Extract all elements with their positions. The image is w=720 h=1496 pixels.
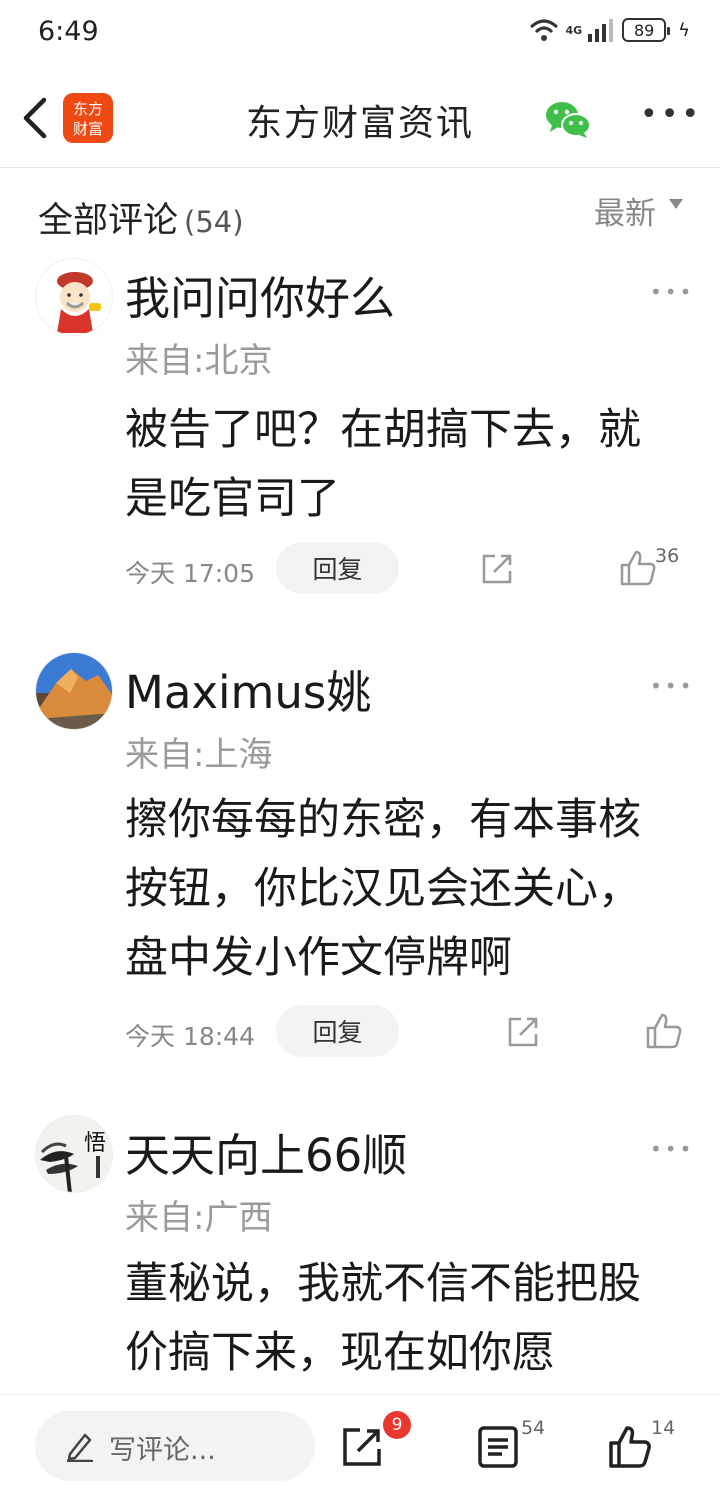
battery-icon: 89 <box>622 18 671 42</box>
comment-username[interactable]: 天天向上66顺 <box>125 1119 407 1184</box>
sort-dropdown[interactable]: 最新 <box>594 188 656 233</box>
reply-button[interactable]: 回复 <box>276 542 399 594</box>
like-icon[interactable] <box>619 549 657 587</box>
comment-time: 今天 17:05 <box>125 559 255 588</box>
page-title: 东方财富资讯 <box>245 103 474 144</box>
bottom-bar: 写评论... 9 54 14 <box>0 1394 720 1496</box>
avatar[interactable] <box>35 652 113 730</box>
share-icon[interactable] <box>505 1014 541 1050</box>
wifi-icon <box>530 19 559 41</box>
status-icons: 4G 89 ϟ <box>529 18 690 42</box>
like-icon[interactable] <box>608 1425 652 1469</box>
write-comment-placeholder: 写评论... <box>109 1435 216 1466</box>
comment-more-icon[interactable]: ••• <box>650 280 694 304</box>
nav-bar: 东方 财富 东方财富资讯 ••• <box>0 70 720 168</box>
comment-text: 董秘说，我就不信不能把股价搞下来，现在如你愿 <box>125 1259 641 1378</box>
avatar[interactable]: 悟 <box>35 1115 113 1193</box>
more-icon[interactable]: ••• <box>640 100 702 130</box>
pencil-icon <box>67 1433 93 1462</box>
comment-location: 来自:北京 <box>125 341 273 381</box>
comment-count: (54) <box>184 205 244 239</box>
comment-username[interactable]: Maximus姚 <box>125 656 371 721</box>
like-count-badge: 14 <box>651 1417 676 1439</box>
avatar[interactable] <box>35 258 113 336</box>
comment-list-icon[interactable] <box>476 1425 520 1469</box>
comment-time: 今天 18:44 <box>125 1022 255 1051</box>
reply-button[interactable]: 回复 <box>276 1005 399 1057</box>
like-count: 36 <box>655 545 680 567</box>
caret-down-icon[interactable] <box>669 199 683 209</box>
comment-location: 来自:广西 <box>125 1198 273 1238</box>
share-icon[interactable] <box>479 551 515 587</box>
comment-username[interactable]: 我问问你好么 <box>125 262 395 327</box>
comment-count-badge: 54 <box>521 1417 546 1439</box>
signal-icon <box>588 19 614 42</box>
charging-icon: ϟ <box>678 19 690 41</box>
comment-location: 来自:上海 <box>125 735 273 775</box>
comment-more-icon[interactable]: ••• <box>650 674 694 698</box>
share-icon[interactable] <box>340 1425 384 1469</box>
share-badge: 9 <box>383 1411 411 1439</box>
svg-text:悟: 悟 <box>84 1131 106 1156</box>
write-comment-input[interactable]: 写评论... <box>35 1411 315 1481</box>
like-icon[interactable] <box>645 1012 683 1050</box>
comment-text: 被告了吧？在胡搞下去，就是吃官司了 <box>125 405 641 524</box>
status-time: 6:49 <box>38 16 99 47</box>
wechat-icon[interactable] <box>544 100 592 140</box>
status-bar: 6:49 4G 89 ϟ <box>0 0 720 70</box>
comment-more-icon[interactable]: ••• <box>650 1137 694 1161</box>
section-title: 全部评论 (54) <box>38 201 244 241</box>
battery-level: 89 <box>633 20 655 40</box>
network-type: 4G <box>565 23 583 37</box>
comment-text: 擦你每每的东密，有本事核按钮，你比汉见会还关心，盘中发小作文停牌啊 <box>125 795 641 983</box>
